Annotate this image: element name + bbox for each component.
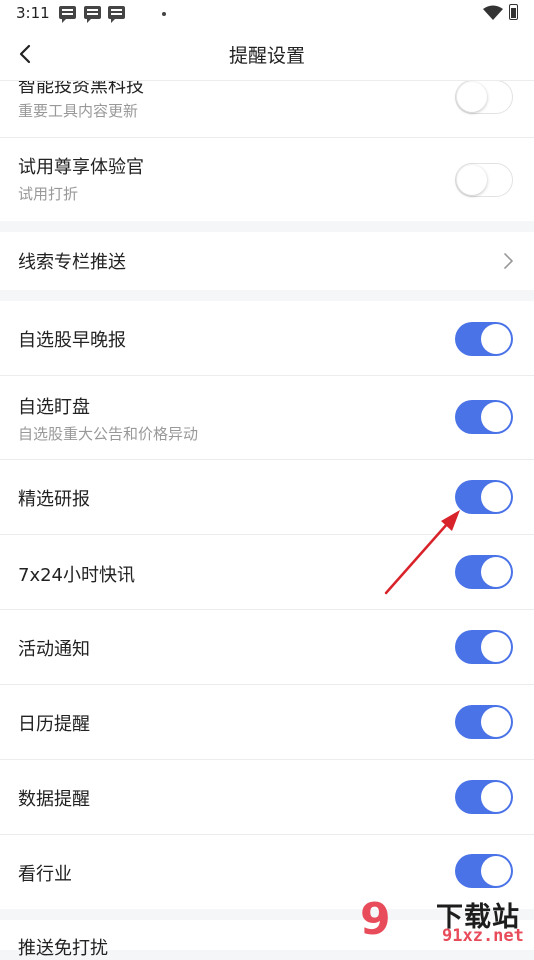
setting-label: 7x24小时快讯 <box>18 565 136 586</box>
site-watermark: 9 下载站 91xz.net <box>360 893 534 950</box>
setting-label: 试用尊享体验官 <box>18 157 144 178</box>
message-notification-icon <box>59 6 76 23</box>
setting-row-clue-column[interactable]: 线索专栏推送 <box>0 232 534 290</box>
setting-label: 数据提醒 <box>18 789 90 810</box>
setting-label: 精选研报 <box>18 489 90 510</box>
setting-row-trial[interactable]: 试用尊享体验官 试用打折 <box>0 138 534 221</box>
toggle-knob <box>481 707 511 737</box>
toggle-knob <box>481 856 511 886</box>
notification-toggle[interactable] <box>455 780 513 814</box>
notification-toggle[interactable] <box>455 630 513 664</box>
notification-toggle[interactable] <box>455 400 513 434</box>
setting-description: 试用打折 <box>18 185 79 203</box>
wifi-icon <box>483 5 503 20</box>
page-title: 提醒设置 <box>228 45 305 67</box>
notification-toggle[interactable] <box>455 854 513 888</box>
setting-label: 看行业 <box>18 864 72 885</box>
setting-row-stock-report[interactable]: 自选股早晚报 <box>0 301 534 376</box>
app-header: 提醒设置 <box>0 28 534 81</box>
annotation-arrow-icon <box>384 510 460 595</box>
notification-toggle[interactable] <box>455 322 513 356</box>
more-notifications-dot-icon <box>162 12 166 16</box>
setting-description: 重要工具内容更新 <box>18 102 139 120</box>
message-notification-icon <box>108 6 125 23</box>
battery-icon <box>509 4 518 20</box>
setting-row-activity[interactable]: 活动通知 <box>0 610 534 685</box>
toggle-knob <box>457 82 487 112</box>
toggle-knob <box>481 324 511 354</box>
setting-row-stock-watch[interactable]: 自选盯盘 自选股重大公告和价格异动 <box>0 376 534 460</box>
setting-row-calendar[interactable]: 日历提醒 <box>0 685 534 760</box>
setting-label: 自选盯盘 <box>18 397 90 418</box>
toggle-knob <box>481 782 511 812</box>
setting-description: 自选股重大公告和价格异动 <box>18 425 199 443</box>
chevron-right-icon <box>504 253 513 269</box>
toggle-knob <box>481 402 511 432</box>
setting-row-data[interactable]: 数据提醒 <box>0 760 534 835</box>
watermark-logo: 9 <box>360 894 391 945</box>
setting-label: 自选股早晚报 <box>18 330 126 351</box>
toggle-knob <box>457 165 487 195</box>
toggle-knob <box>481 557 511 587</box>
notification-toggle[interactable] <box>455 80 513 114</box>
toggle-knob <box>481 482 511 512</box>
notification-toggle[interactable] <box>455 163 513 197</box>
message-notification-icon <box>84 6 101 23</box>
setting-label: 日历提醒 <box>18 714 90 735</box>
setting-label: 推送免打扰 <box>18 938 108 959</box>
watermark-url: 91xz.net <box>442 926 524 946</box>
status-bar: 3:11 <box>0 0 534 28</box>
setting-label: 线索专栏推送 <box>18 252 126 273</box>
status-time: 3:11 <box>16 4 50 22</box>
notification-toggle[interactable] <box>455 705 513 739</box>
toggle-knob <box>481 632 511 662</box>
setting-label: 活动通知 <box>18 639 90 660</box>
